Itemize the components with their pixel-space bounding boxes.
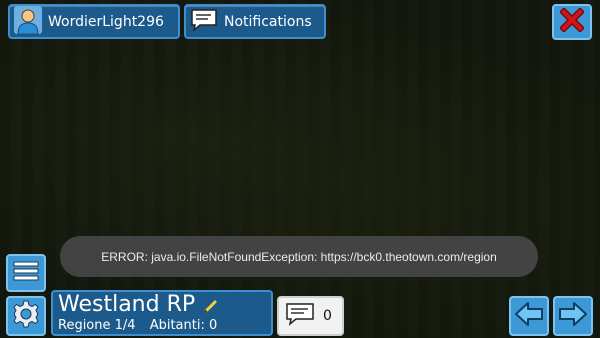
error-message: ERROR: java.io.FileNotFoundException: ht… [101,249,497,264]
menu-button[interactable] [6,254,46,292]
close-button[interactable] [552,4,592,40]
next-city-button[interactable] [553,296,593,336]
user-avatar-icon [14,5,42,38]
error-toast: ERROR: java.io.FileNotFoundException: ht… [60,236,538,277]
gear-icon [12,300,40,332]
region-label: Regione 1/4 [58,318,136,333]
settings-button[interactable] [6,296,46,336]
speech-bubble-icon [190,8,218,36]
arrow-left-icon [514,301,544,331]
city-name: Westland RP [58,292,196,317]
chat-count: 0 [323,308,332,324]
previous-city-button[interactable] [509,296,549,336]
notifications-label: Notifications [224,13,312,30]
hamburger-menu-icon [13,260,39,286]
city-info-panel[interactable]: Westland RP Regione 1/4 Abitanti: 0 [51,290,273,336]
user-profile-button[interactable]: WordierLight296 [8,4,180,39]
arrow-right-icon [558,301,588,331]
pencil-icon[interactable] [204,298,218,317]
speech-bubble-icon [285,302,315,330]
username-label: WordierLight296 [48,13,164,30]
chat-button[interactable]: 0 [277,296,344,336]
close-x-icon [559,7,585,36]
city-map-background[interactable] [0,0,600,338]
notifications-button[interactable]: Notifications [184,4,326,39]
city-stats: Regione 1/4 Abitanti: 0 [58,318,271,334]
inhabitants-label: Abitanti: 0 [149,318,218,333]
